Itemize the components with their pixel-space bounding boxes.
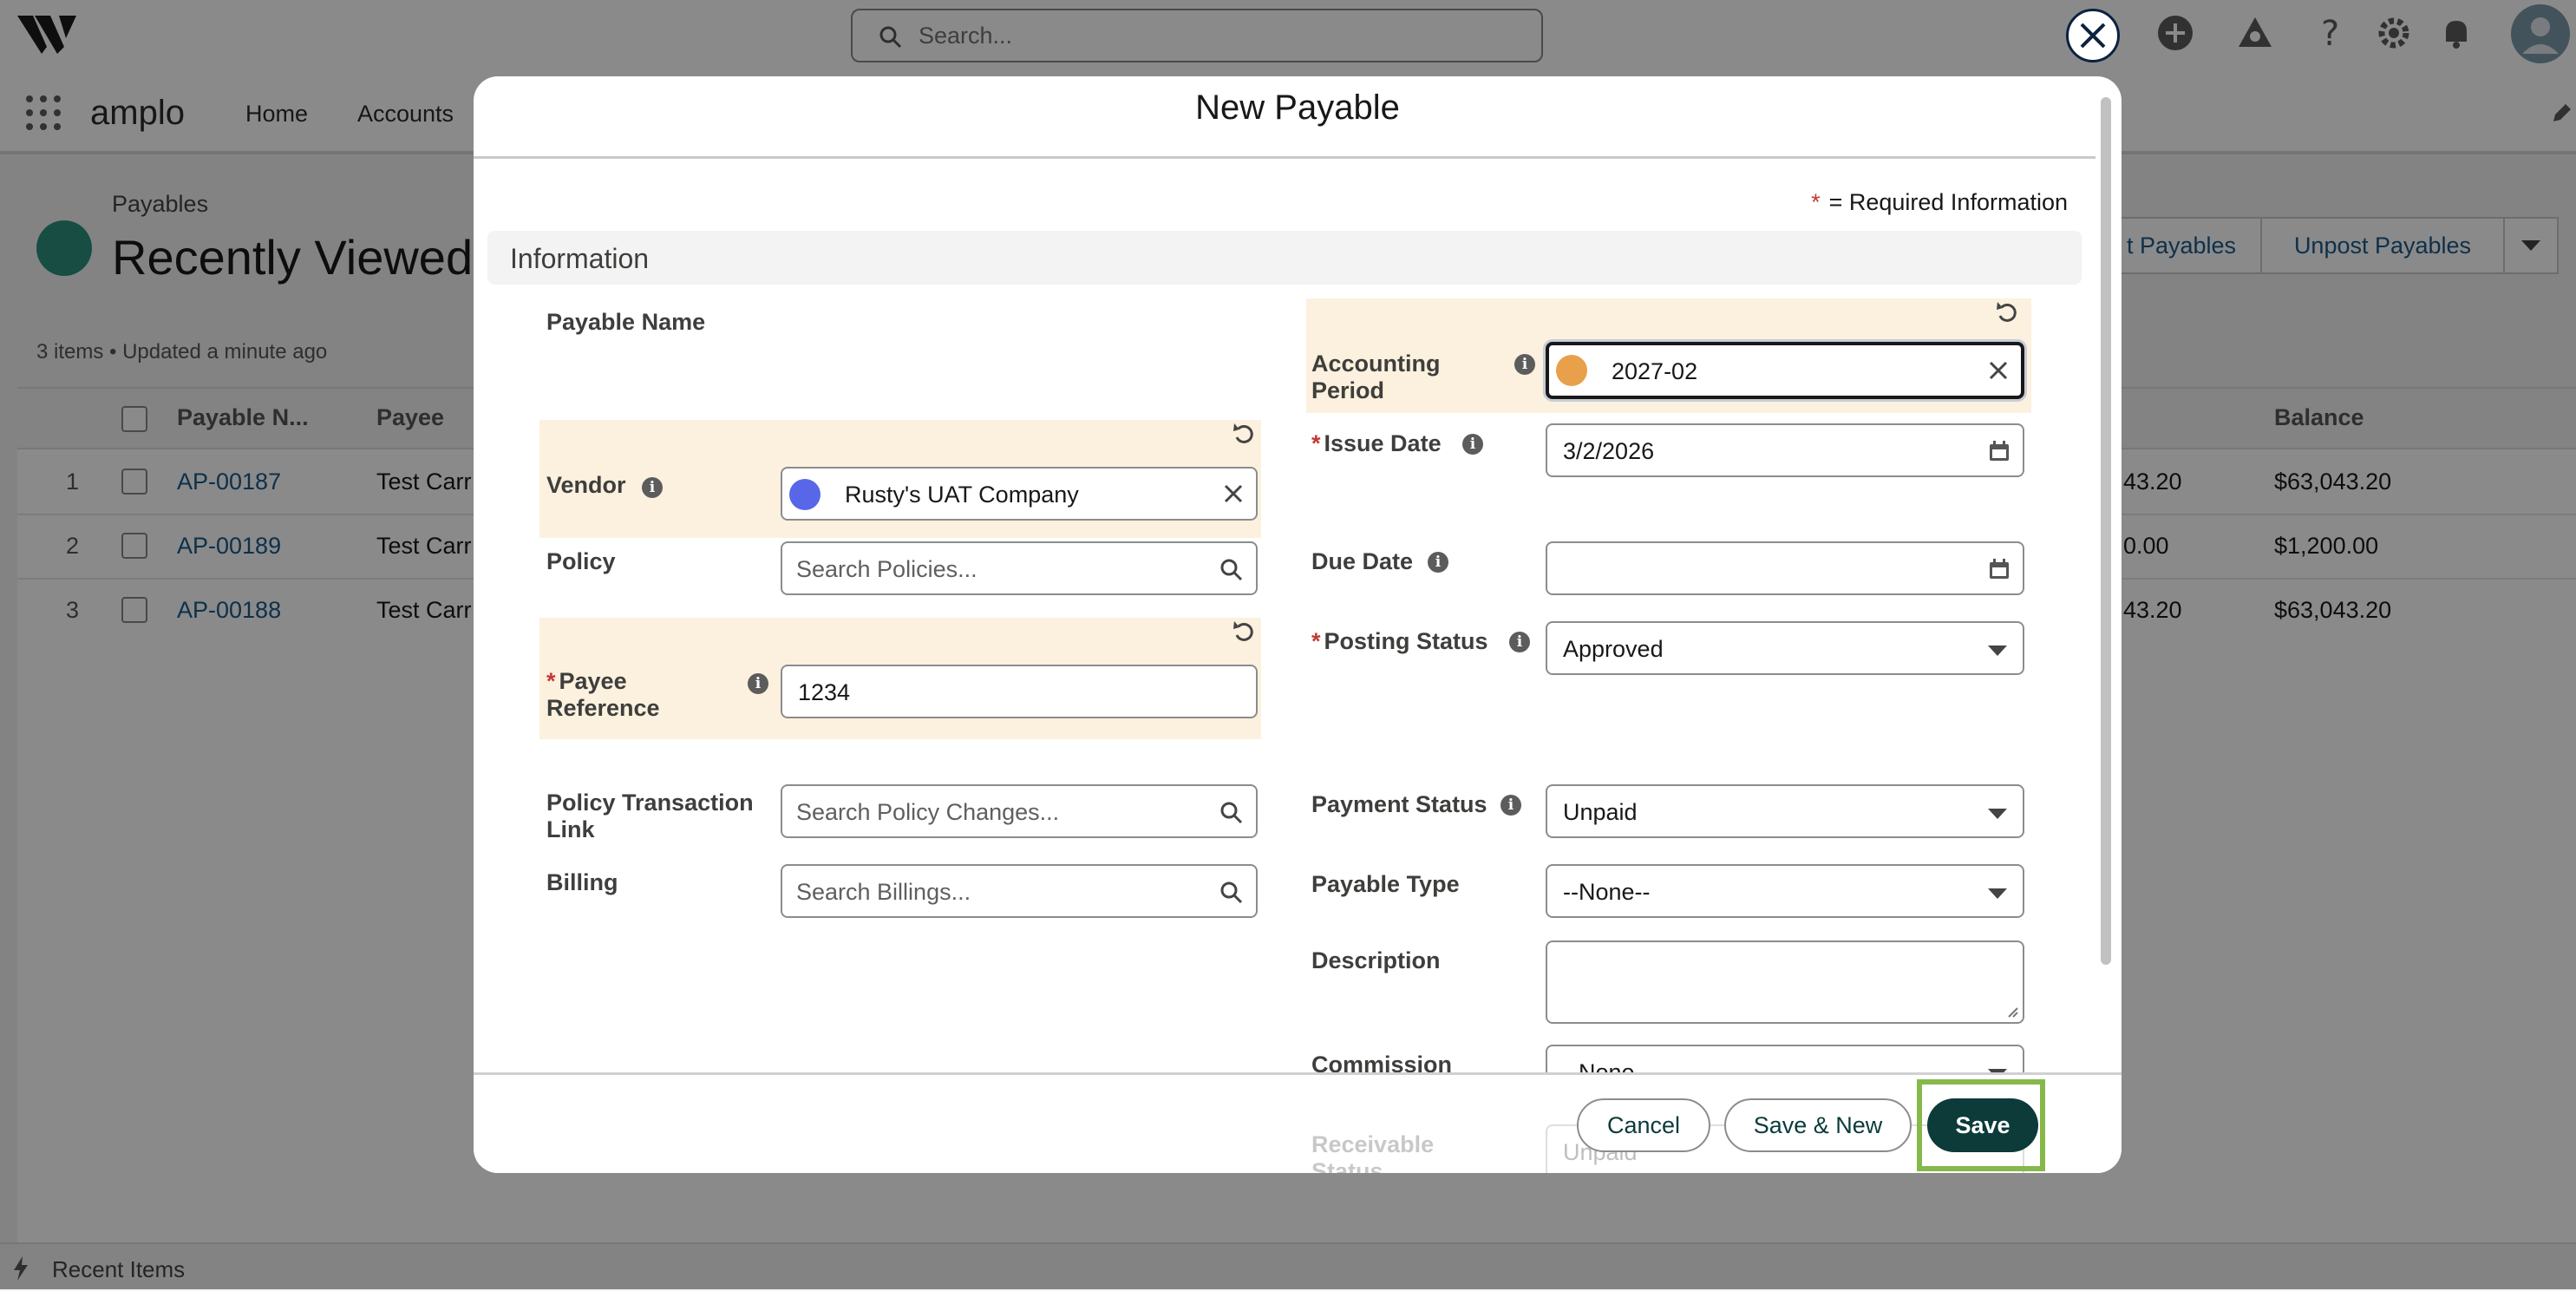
policy-placeholder: Search Policies... [796, 556, 977, 582]
required-star: * [1311, 628, 1321, 654]
info-icon[interactable]: i [748, 673, 768, 694]
payment-status-select[interactable]: Unpaid [1546, 784, 2024, 838]
modal-scrollbar[interactable] [2101, 97, 2111, 965]
required-star: * [1811, 189, 1821, 215]
policy-label: Policy [546, 548, 616, 574]
vendor-account-icon [789, 479, 821, 510]
accounting-period-icon [1556, 355, 1587, 386]
chevron-down-icon [1988, 646, 2007, 656]
save-button[interactable]: Save [1927, 1098, 2038, 1152]
payee-reference-label: * Payee Reference [546, 668, 737, 722]
issue-date-label: * Issue Date [1311, 430, 1442, 457]
payable-type-value: --None-- [1563, 879, 1651, 905]
close-icon [2080, 23, 2106, 49]
cancel-button[interactable]: Cancel [1577, 1098, 1710, 1152]
payee-reference-value: 1234 [798, 679, 851, 705]
chevron-down-icon [1988, 888, 2007, 899]
required-star: * [1311, 430, 1321, 456]
billing-lookup-input[interactable]: Search Billings... [781, 864, 1258, 918]
resize-grip-icon[interactable] [2005, 1005, 2019, 1019]
payee-reference-text: Payee Reference [546, 668, 660, 721]
section-information[interactable]: Information [487, 231, 2082, 285]
info-icon[interactable]: i [1428, 552, 1448, 573]
vendor-label: Vendor [546, 472, 626, 498]
chevron-down-icon [1988, 809, 2007, 819]
accounting-period-value: 2027-02 [1612, 358, 1698, 384]
modal-header-divider [474, 156, 2095, 159]
posting-status-select[interactable]: Approved [1546, 621, 2024, 675]
required-note-text: = Required Information [1828, 189, 2068, 215]
clear-icon[interactable] [1223, 483, 1244, 504]
info-icon[interactable]: i [642, 477, 663, 498]
policy-transaction-placeholder: Search Policy Changes... [796, 799, 1060, 825]
payable-type-label: Payable Type [1311, 871, 1460, 897]
search-icon [1220, 881, 1243, 904]
payable-name-label: Payable Name [546, 309, 706, 335]
search-icon [1220, 802, 1243, 824]
info-icon[interactable]: i [1500, 795, 1521, 816]
policy-transaction-lookup-input[interactable]: Search Policy Changes... [781, 784, 1258, 838]
required-star: * [546, 668, 556, 694]
save-and-new-button[interactable]: Save & New [1724, 1098, 1912, 1152]
policy-lookup-input[interactable]: Search Policies... [781, 541, 1258, 595]
undo-icon[interactable] [1232, 422, 1256, 446]
required-info-note: * = Required Information [1811, 189, 2068, 216]
payee-reference-input[interactable]: 1234 [781, 665, 1258, 718]
posting-status-value: Approved [1563, 636, 1664, 662]
close-modal-button[interactable] [2066, 9, 2120, 62]
billing-label: Billing [546, 869, 618, 895]
vendor-value: Rusty's UAT Company [845, 482, 1079, 508]
billing-placeholder: Search Billings... [796, 879, 971, 905]
issue-date-value: 3/2/2026 [1563, 438, 1655, 464]
info-icon[interactable]: i [1509, 632, 1530, 652]
undo-icon[interactable] [1232, 619, 1256, 644]
calendar-icon[interactable] [1988, 558, 2010, 580]
search-icon [1220, 559, 1243, 581]
accounting-period-lookup-input[interactable]: 2027-02 [1546, 342, 2024, 399]
issue-date-text: Issue Date [1324, 430, 1442, 456]
receivable-status-label: Receivable Status [1311, 1131, 1435, 1173]
calendar-icon[interactable] [1988, 440, 2010, 462]
payable-type-select[interactable]: --None-- [1546, 864, 2024, 918]
info-icon[interactable]: i [1514, 354, 1535, 375]
policy-transaction-link-label: Policy Transaction Link [546, 790, 754, 842]
clear-icon[interactable] [1988, 360, 2009, 381]
payment-status-value: Unpaid [1563, 799, 1638, 825]
posting-status-label: * Posting Status [1311, 628, 1488, 655]
accounting-period-label: Accounting Period [1311, 351, 1441, 403]
description-textarea[interactable] [1546, 940, 2024, 1024]
issue-date-input[interactable]: 3/2/2026 [1546, 423, 2024, 477]
due-date-label: Due Date [1311, 548, 1414, 574]
modal-title: New Payable [1195, 88, 1400, 127]
description-label: Description [1311, 947, 1441, 973]
payment-status-label: Payment Status [1311, 791, 1487, 817]
new-payable-modal: New Payable * = Required Information Info… [474, 76, 2122, 1173]
posting-status-text: Posting Status [1324, 628, 1488, 654]
section-title: Information [510, 243, 650, 274]
info-icon[interactable]: i [1462, 434, 1483, 455]
undo-icon[interactable] [1995, 300, 2019, 324]
due-date-input[interactable] [1546, 541, 2024, 595]
vendor-lookup-input[interactable]: Rusty's UAT Company [781, 467, 1258, 521]
